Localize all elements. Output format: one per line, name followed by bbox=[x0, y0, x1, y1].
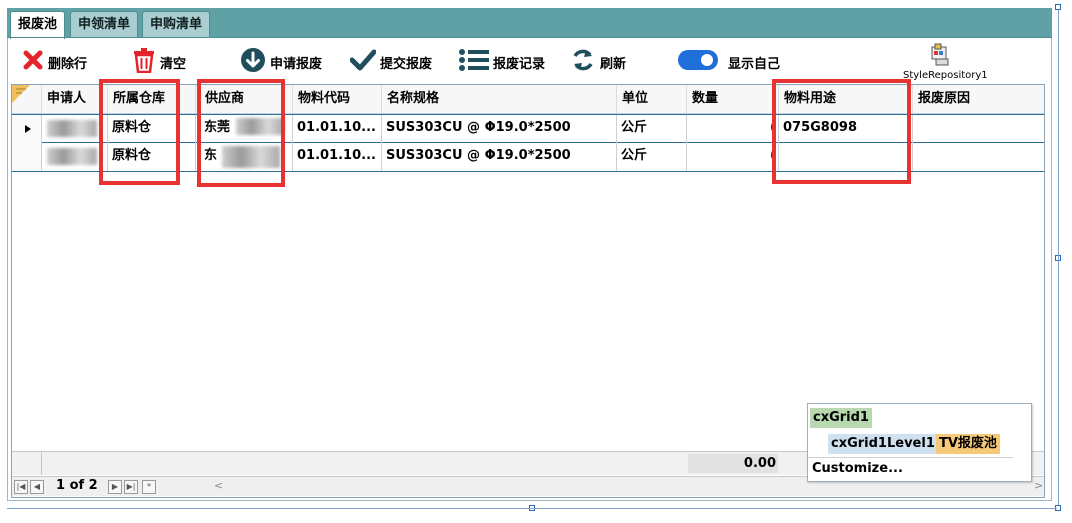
prev-page-button[interactable]: ◀ bbox=[30, 480, 44, 494]
redacted-supplier bbox=[236, 118, 284, 135]
table-row[interactable]: 原料仓 东莞 01.01.10... SUS303CU @ Φ19.0*2500… bbox=[12, 114, 1044, 143]
popup-divider bbox=[808, 457, 1013, 458]
selection-outline bbox=[7, 508, 1057, 509]
footer-indicator bbox=[12, 452, 42, 475]
cell-unit[interactable]: 公斤 bbox=[617, 115, 687, 143]
delete-row-button[interactable]: 删除行 bbox=[22, 48, 87, 76]
tab-purchase-list[interactable]: 申购清单 bbox=[142, 11, 211, 38]
clear-label: 清空 bbox=[160, 56, 187, 72]
tab-strip: 报废池 申领清单 申购清单 bbox=[7, 8, 1052, 39]
cell-material-code[interactable]: 01.01.10... bbox=[293, 115, 382, 143]
cell-unit[interactable]: 公斤 bbox=[617, 143, 687, 171]
grid-name-tag[interactable]: cxGrid1 bbox=[810, 408, 872, 428]
cell-warehouse[interactable]: 原料仓 bbox=[108, 115, 196, 143]
page-indicator: 1 of 2 bbox=[56, 478, 98, 493]
scrap-records-label: 报废记录 bbox=[493, 56, 546, 72]
header-warehouse[interactable]: 所属仓库 bbox=[108, 85, 196, 114]
redacted-applicant bbox=[47, 120, 97, 137]
header-applicant[interactable]: 申请人 bbox=[42, 85, 108, 114]
header-name-spec[interactable]: 名称规格 bbox=[382, 85, 617, 114]
cell-scrap-reason[interactable] bbox=[913, 143, 1044, 171]
first-page-button[interactable]: |◀ bbox=[14, 480, 28, 494]
redacted-supplier bbox=[222, 146, 280, 168]
cell-warehouse[interactable]: 原料仓 bbox=[108, 143, 196, 171]
redacted-applicant bbox=[47, 148, 97, 165]
show-self-label: 显示自己 bbox=[728, 56, 781, 72]
next-page-button[interactable]: ▶ bbox=[108, 480, 122, 494]
apply-scrap-label: 申请报废 bbox=[270, 56, 323, 72]
trash-icon bbox=[132, 47, 156, 77]
tab-scrap-pool[interactable]: 报废池 bbox=[10, 11, 66, 39]
cell-quantity[interactable]: ( bbox=[687, 143, 779, 171]
current-row-arrow-icon bbox=[25, 125, 31, 133]
grid-corner[interactable] bbox=[12, 85, 42, 114]
cell-material-usage[interactable] bbox=[779, 143, 913, 171]
style-repository-icon[interactable] bbox=[928, 42, 954, 68]
submit-scrap-button[interactable]: 提交报废 bbox=[349, 48, 433, 76]
grid-header: 申请人 所属仓库 供应商 物料代码 名称规格 单位 数量 物料用途 报废原因 bbox=[12, 85, 1044, 114]
toggle-switch-icon bbox=[678, 49, 718, 75]
checkmark-icon bbox=[349, 49, 377, 75]
cell-quantity[interactable]: ( bbox=[687, 115, 779, 143]
footer-quantity-sum: 0.00 bbox=[688, 454, 778, 473]
header-material-usage[interactable]: 物料用途 bbox=[779, 85, 913, 114]
style-repository-label: StyleRepository1 bbox=[903, 70, 988, 81]
clear-button[interactable]: 清空 bbox=[132, 48, 186, 76]
header-unit[interactable]: 单位 bbox=[617, 85, 687, 114]
row-indicator[interactable] bbox=[12, 143, 42, 171]
level-name-tag[interactable]: cxGrid1Level1 bbox=[828, 434, 938, 454]
last-page-button[interactable]: ▶| bbox=[124, 480, 138, 494]
cell-name-spec[interactable]: SUS303CU @ Φ19.0*2500 bbox=[382, 143, 617, 171]
submit-scrap-label: 提交报废 bbox=[380, 56, 433, 72]
list-icon bbox=[459, 48, 489, 76]
table-row[interactable]: 原料仓 东 01.01.10... SUS303CU @ Φ19.0*2500 … bbox=[12, 143, 1044, 172]
insert-record-button[interactable]: * bbox=[142, 480, 156, 494]
scroll-left-icon[interactable]: < bbox=[214, 479, 223, 492]
cell-name-spec[interactable]: SUS303CU @ Φ19.0*2500 bbox=[382, 115, 617, 143]
refresh-icon bbox=[570, 47, 596, 77]
grid-structure-popup: cxGrid1 cxGrid1Level1 TV报废池 Customize... bbox=[807, 403, 1032, 482]
tab-requisition-list[interactable]: 申领清单 bbox=[70, 11, 139, 38]
show-self-toggle[interactable]: 显示自己 bbox=[678, 48, 780, 76]
header-scrap-reason[interactable]: 报废原因 bbox=[913, 85, 1044, 114]
refresh-button[interactable]: 刷新 bbox=[570, 48, 626, 76]
cell-material-usage[interactable]: 075G8098 bbox=[779, 115, 913, 143]
arrow-down-circle-icon bbox=[240, 47, 266, 77]
scrap-records-button[interactable]: 报废记录 bbox=[459, 48, 545, 76]
header-material-code[interactable]: 物料代码 bbox=[293, 85, 382, 114]
apply-scrap-button[interactable]: 申请报废 bbox=[240, 48, 322, 76]
row-indicator[interactable] bbox=[12, 115, 42, 143]
cell-scrap-reason[interactable] bbox=[913, 115, 1044, 143]
cell-material-code[interactable]: 01.01.10... bbox=[293, 143, 382, 171]
header-quantity[interactable]: 数量 bbox=[687, 85, 779, 114]
delete-row-label: 删除行 bbox=[48, 56, 88, 72]
view-name-tag[interactable]: TV报废池 bbox=[936, 434, 1000, 454]
scroll-right-icon[interactable]: > bbox=[1034, 479, 1043, 492]
header-supplier[interactable]: 供应商 bbox=[200, 85, 293, 114]
selection-outline bbox=[1058, 10, 1059, 505]
refresh-label: 刷新 bbox=[600, 56, 627, 72]
red-x-icon bbox=[22, 49, 44, 75]
tab-divider bbox=[7, 37, 1052, 38]
customize-link[interactable]: Customize... bbox=[812, 461, 903, 476]
